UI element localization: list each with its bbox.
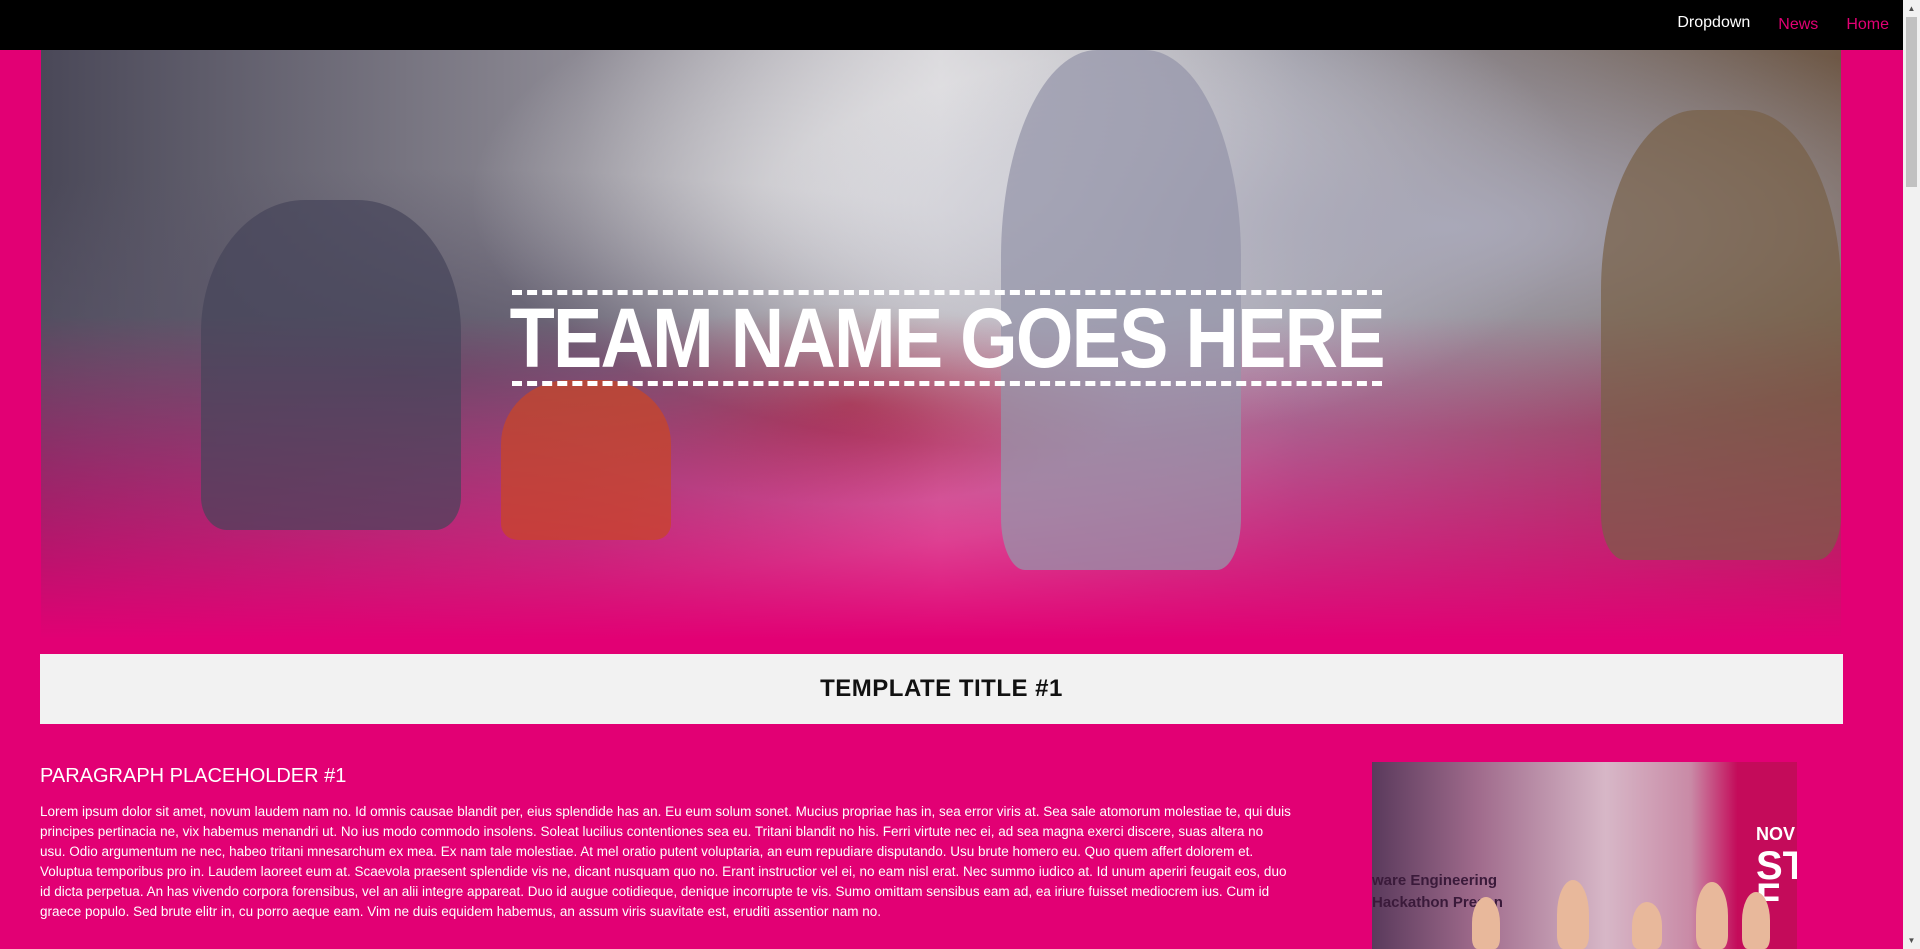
hero-image: TEAM NAME GOES HERE: [41, 50, 1841, 640]
photo-person: [1696, 882, 1728, 949]
scroll-down-icon[interactable]: ▼: [1903, 932, 1920, 949]
photo-person: [1742, 892, 1770, 949]
page-scrollbar[interactable]: ▲ ▼: [1903, 0, 1920, 949]
scroll-up-icon[interactable]: ▲: [1903, 0, 1920, 17]
hackathon-photo: ware Engineering Hackathon Presen NOV ST…: [1372, 762, 1797, 949]
nav-home[interactable]: Home: [1846, 16, 1889, 34]
hero-figure-right: [1601, 110, 1841, 560]
nav-dropdown[interactable]: Dropdown: [1677, 14, 1750, 32]
main-nav: Dropdown News Home: [1649, 0, 1903, 50]
top-navbar: Dropdown News Home: [0, 0, 1903, 50]
paragraph-body: Lorem ipsum dolor sit amet, novum laudem…: [40, 804, 1291, 919]
hero-title: TEAM NAME GOES HERE: [509, 291, 1386, 385]
photo-person: [1472, 897, 1500, 949]
scroll-thumb[interactable]: [1906, 17, 1917, 187]
paragraph-heading: PARAGRAPH PLACEHOLDER #1: [40, 765, 347, 787]
hero-figure-left: [201, 200, 461, 530]
nav-news[interactable]: News: [1778, 16, 1818, 34]
photo-person: [1632, 902, 1662, 949]
section-title-band: TEMPLATE TITLE #1: [40, 654, 1843, 724]
hero-title-frame: TEAM NAME GOES HERE: [509, 290, 1386, 386]
hero-figure-jacket: [501, 380, 671, 540]
photo-person: [1557, 880, 1589, 949]
section-title: TEMPLATE TITLE #1: [820, 675, 1063, 702]
photo-banner-line1: ware Engineering: [1372, 872, 1498, 889]
